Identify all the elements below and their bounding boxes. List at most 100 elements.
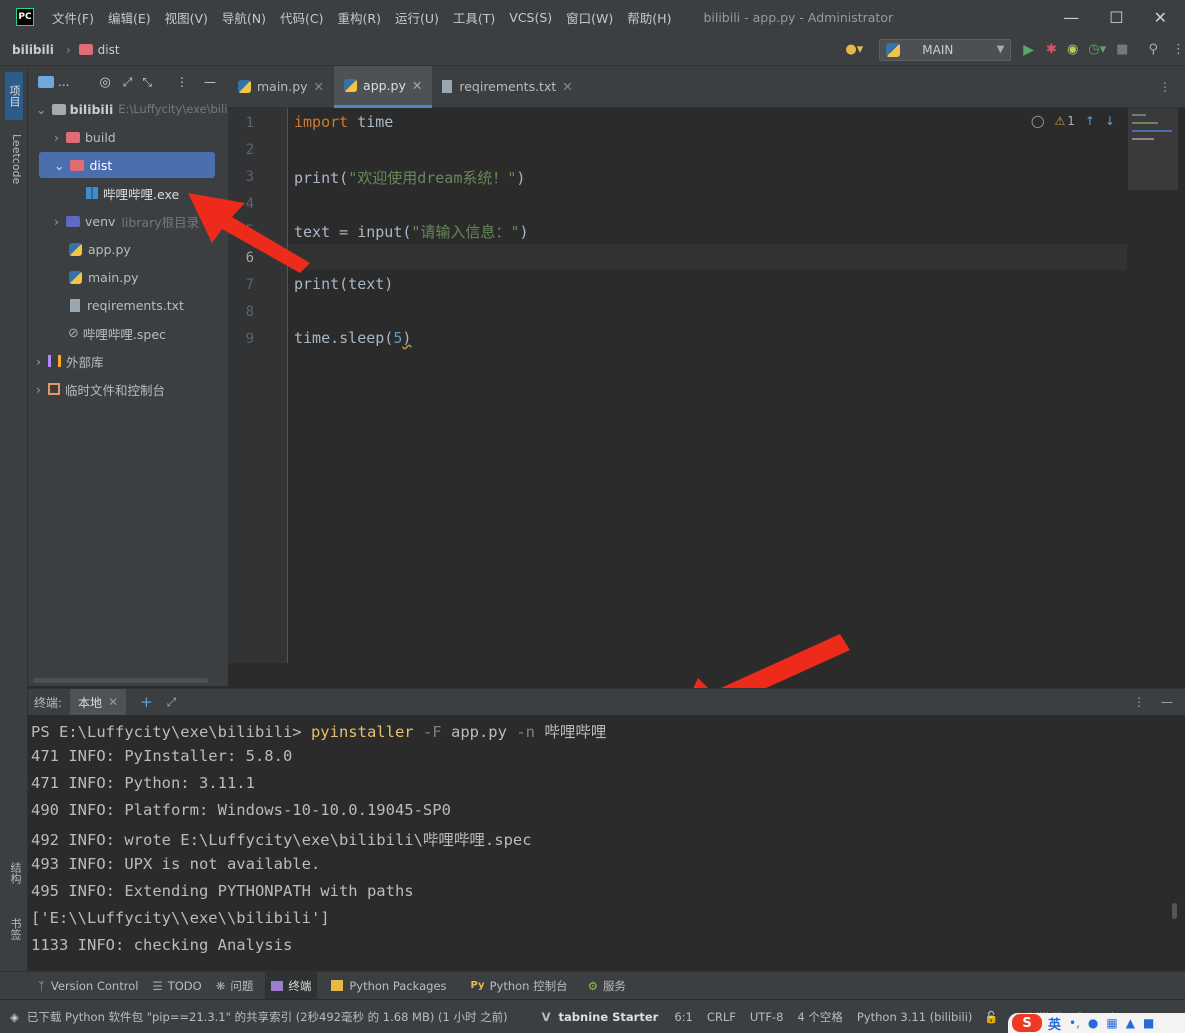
chevron-right-icon: ›: [65, 42, 71, 57]
line-number: 3: [245, 169, 254, 185]
tree-item-spec[interactable]: ⊘ 哔哩哔哩.spec: [28, 320, 228, 346]
tab-app-py[interactable]: app.py ✕: [334, 65, 433, 108]
coverage-icon[interactable]: ◉: [1067, 42, 1078, 57]
tool-terminal[interactable]: 终端: [265, 972, 318, 999]
reader-mode-icon[interactable]: ◯: [1031, 114, 1044, 128]
next-highlight-icon[interactable]: ↓: [1105, 114, 1115, 128]
tree-item-dist[interactable]: ⌄ dist: [39, 152, 215, 178]
microphone-icon[interactable]: ●: [1088, 1016, 1098, 1030]
keyboard-icon[interactable]: ▦: [1106, 1016, 1117, 1030]
close-tab-icon[interactable]: ✕: [314, 79, 324, 94]
menu-help[interactable]: 帮助(H): [627, 8, 671, 27]
expand-terminal-icon[interactable]: ⤢: [167, 695, 177, 710]
tree-item-requirements[interactable]: reqirements.txt: [28, 292, 228, 318]
indent-setting[interactable]: 4 个空格: [797, 1009, 842, 1025]
menu-refactor[interactable]: 重构(R): [338, 8, 381, 27]
python-console-icon: Py: [470, 980, 485, 991]
line-separator[interactable]: CRLF: [707, 1010, 736, 1024]
new-terminal-icon[interactable]: +: [140, 693, 153, 711]
terminal-panel[interactable]: 终端: 本地 ✕ + ⤢ ⋮ — PS E:\Luffycity\exe\bil…: [28, 688, 1185, 971]
pycharm-logo[interactable]: PC: [16, 8, 34, 26]
menu-code[interactable]: 代码(C): [280, 8, 323, 27]
hide-icon[interactable]: —: [204, 75, 216, 89]
terminal-tab-label: 本地: [78, 695, 103, 710]
run-icon[interactable]: ▶: [1023, 42, 1034, 58]
terminal-tab-local[interactable]: 本地 ✕: [70, 689, 127, 715]
target-icon[interactable]: ◎: [99, 75, 110, 90]
close-tab-icon[interactable]: ✕: [412, 78, 422, 93]
tool-services[interactable]: ⚙ 服务: [588, 978, 626, 994]
collapse-icon[interactable]: ⤡: [142, 75, 152, 90]
tree-item-scratches[interactable]: › 临时文件和控制台: [28, 376, 228, 402]
menu-vcs[interactable]: VCS(S): [509, 10, 552, 25]
breadcrumb-project[interactable]: bilibili: [12, 43, 54, 57]
inspection-widget[interactable]: ◯ ⚠ 1 ↑ ↓: [1031, 114, 1115, 128]
caret-position[interactable]: 6:1: [674, 1010, 693, 1024]
menu-window[interactable]: 窗口(W): [566, 8, 613, 27]
expand-icon[interactable]: ⤢: [123, 75, 133, 90]
project-view-selector[interactable]: ...: [58, 75, 69, 89]
profile-icon[interactable]: ◷▾: [1088, 42, 1106, 57]
breadcrumb-folder[interactable]: dist: [98, 43, 120, 57]
project-tool-button[interactable]: 项目: [5, 72, 23, 120]
debug-icon[interactable]: ✱: [1046, 42, 1057, 57]
status-message[interactable]: 已下载 Python 软件包 "pip==21.3.1" 的共享索引 (2秒49…: [27, 1009, 508, 1025]
options-icon[interactable]: ⋮: [176, 75, 188, 89]
tab-options-icon[interactable]: ⋮: [1159, 80, 1171, 94]
project-panel-scrollbar[interactable]: [33, 678, 208, 683]
menu-file[interactable]: 文件(F): [52, 8, 94, 27]
tree-root[interactable]: ⌄ bilibili E:\Luffycity\exe\bilib: [28, 96, 228, 122]
terminal-scrollbar[interactable]: [1172, 903, 1177, 919]
root-path: E:\Luffycity\exe\bilib: [118, 102, 228, 116]
project-panel-header: ... ◎ ⤢ ⤡ ⋮ —: [28, 66, 228, 98]
python-interpreter[interactable]: Python 3.11 (bilibili): [857, 1010, 973, 1024]
menu-tools[interactable]: 工具(T): [453, 8, 495, 27]
code-line-1: import time: [294, 113, 394, 131]
stop-icon[interactable]: ■: [1116, 42, 1128, 57]
menu-view[interactable]: 视图(V): [165, 8, 208, 27]
more-icon[interactable]: ⋮: [1172, 42, 1185, 57]
user-icon[interactable]: ●▾: [845, 42, 863, 57]
folder-icon: [38, 76, 54, 88]
run-config-select[interactable]: MAIN ▼: [879, 38, 1012, 61]
close-terminal-tab-icon[interactable]: ✕: [108, 695, 118, 709]
bookmarks-tool-button[interactable]: 书签: [5, 918, 23, 958]
tool-todo[interactable]: ☰ TODO: [152, 979, 201, 993]
chevron-right-icon: ›: [36, 381, 41, 397]
tool-version-control[interactable]: ᛉ Version Control: [38, 979, 138, 993]
terminal-output-line: ['E:\\Luffycity\\exe\\bilibili']: [31, 909, 330, 927]
layers-icon[interactable]: ◈: [10, 1010, 19, 1024]
menu-navigate[interactable]: 导航(N): [222, 8, 266, 27]
prev-highlight-icon[interactable]: ↑: [1085, 114, 1095, 128]
tree-item-external-libs[interactable]: › 外部库: [28, 348, 228, 374]
close-icon[interactable]: ✕: [1154, 8, 1167, 27]
tool-python-packages[interactable]: Python Packages: [331, 979, 447, 993]
minimap[interactable]: [1128, 108, 1178, 190]
tab-main-py[interactable]: main.py ✕: [228, 66, 334, 108]
punctuation-icon[interactable]: •,: [1069, 1016, 1080, 1030]
tool-python-console[interactable]: Py Python 控制台: [471, 978, 568, 994]
tab-label: app.py: [363, 77, 406, 93]
close-tab-icon[interactable]: ✕: [562, 79, 572, 94]
lock-icon[interactable]: 🔓: [984, 1010, 998, 1024]
ime-language[interactable]: 英: [1048, 1014, 1061, 1033]
code-editor[interactable]: import time print("欢迎使用dream系统！") text =…: [289, 108, 1185, 663]
structure-tool-button[interactable]: 结构: [5, 862, 23, 902]
leetcode-tool-button[interactable]: Leetcode: [5, 134, 23, 198]
tool-problems[interactable]: ❋ 问题: [216, 978, 254, 994]
tabnine-status[interactable]: tabnine Starter: [559, 1010, 659, 1024]
tree-item-build[interactable]: › build: [28, 124, 228, 150]
menu-edit[interactable]: 编辑(E): [108, 8, 151, 27]
terminal-options-icon[interactable]: ⋮: [1133, 695, 1145, 709]
hide-terminal-icon[interactable]: —: [1161, 695, 1173, 709]
minimize-icon[interactable]: —: [1063, 8, 1079, 27]
folder-icon: [70, 159, 85, 171]
search-icon[interactable]: ⚲: [1148, 42, 1158, 57]
skin-icon[interactable]: ▲: [1126, 1016, 1135, 1030]
tab-requirements[interactable]: reqirements.txt ✕: [432, 66, 582, 108]
toolbox-icon[interactable]: ■: [1143, 1016, 1154, 1030]
menu-run[interactable]: 运行(U): [395, 8, 439, 27]
maximize-icon[interactable]: ☐: [1109, 8, 1123, 27]
ime-toolbar[interactable]: S 英 •, ● ▦ ▲ ■: [1008, 1013, 1185, 1033]
file-encoding[interactable]: UTF-8: [750, 1010, 784, 1024]
